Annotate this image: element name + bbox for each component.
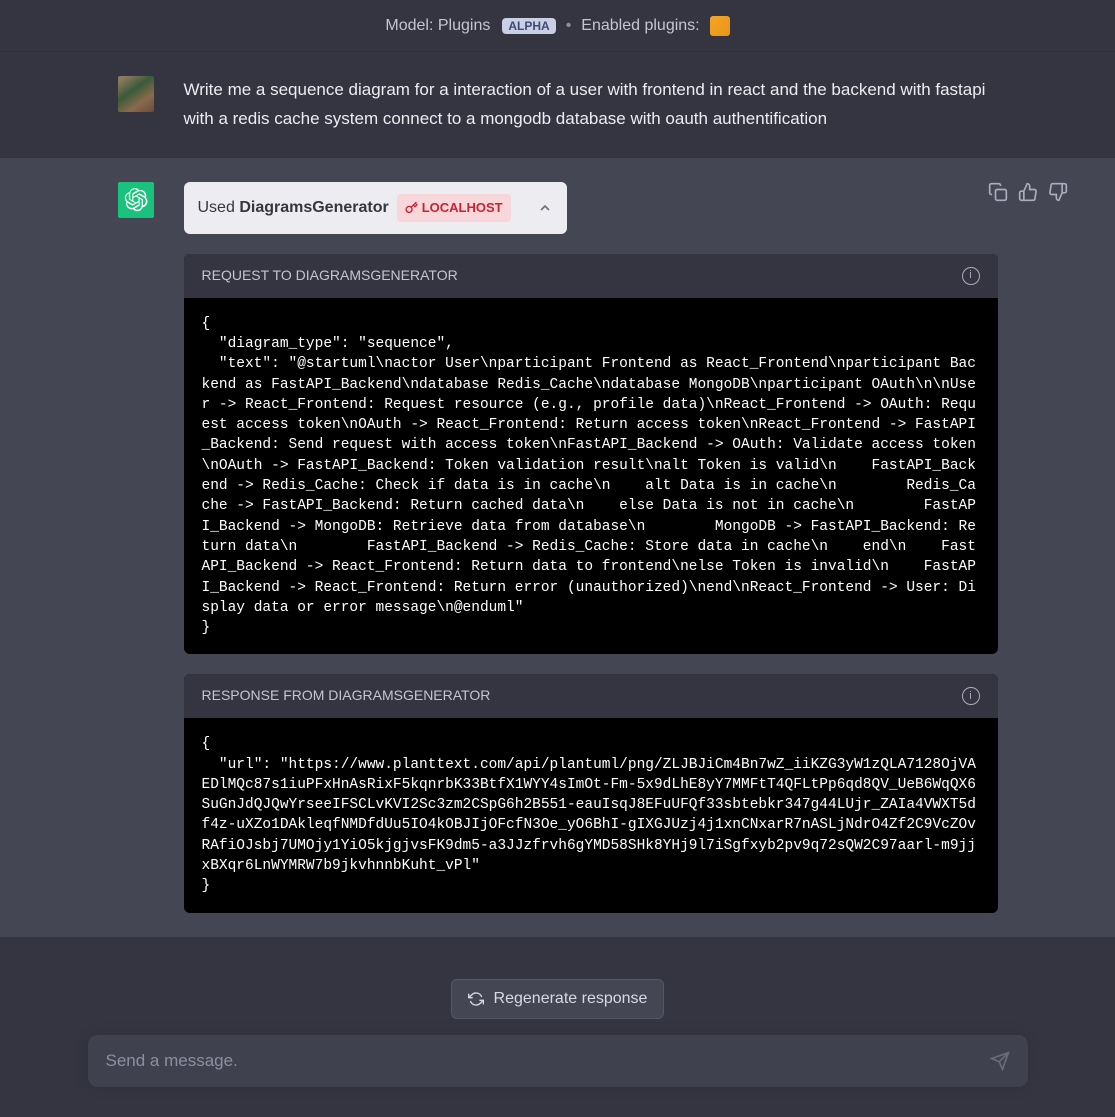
user-message-row: Write me a sequence diagram for a intera… [0,52,1115,158]
thumbs-down-icon[interactable] [1048,182,1068,202]
response-header-label: RESPONSE FROM DIAGRAMSGENERATOR [202,684,491,708]
message-actions [988,182,1068,202]
user-message-text: Write me a sequence diagram for a intera… [184,76,998,134]
enabled-plugins-label: Enabled plugins: [581,17,699,35]
response-block: RESPONSE FROM DIAGRAMSGENERATOR i { "url… [184,674,998,912]
conversation: Write me a sequence diagram for a intera… [0,52,1115,937]
input-placeholder: Send a message. [106,1051,238,1071]
regenerate-button[interactable]: Regenerate response [451,979,665,1019]
copy-icon[interactable] [988,182,1008,202]
localhost-badge: LOCALHOST [397,194,511,222]
response-body: { "url": "https://www.planttext.com/api/… [184,718,998,912]
plugin-used-label: Used DiagramsGenerator [198,194,389,221]
chevron-up-icon [537,200,553,216]
request-body: { "diagram_type": "sequence", "text": "@… [184,298,998,655]
message-input[interactable]: Send a message. [88,1035,1028,1087]
key-icon [405,201,418,214]
alpha-badge: ALPHA [502,18,555,34]
request-block: REQUEST TO DIAGRAMSGENERATOR i { "diagra… [184,254,998,655]
info-icon[interactable]: i [962,687,980,705]
refresh-icon [468,991,484,1007]
model-label: Model: Plugins [385,17,490,35]
info-icon[interactable]: i [962,267,980,285]
assistant-message-row: Used DiagramsGenerator LOCALHOST REQUEST… [0,158,1115,937]
top-bar: Model: Plugins ALPHA • Enabled plugins: [0,0,1115,52]
user-avatar [118,76,154,112]
separator-dot: • [566,17,572,35]
regenerate-label: Regenerate response [494,990,648,1008]
request-header-label: REQUEST TO DIAGRAMSGENERATOR [202,264,458,288]
thumbs-up-icon[interactable] [1018,182,1038,202]
send-icon[interactable] [990,1051,1010,1071]
input-area: Send a message. [0,1035,1115,1087]
plugin-icon[interactable] [710,16,730,36]
plugin-call-header[interactable]: Used DiagramsGenerator LOCALHOST [184,182,567,234]
assistant-avatar [118,182,154,218]
